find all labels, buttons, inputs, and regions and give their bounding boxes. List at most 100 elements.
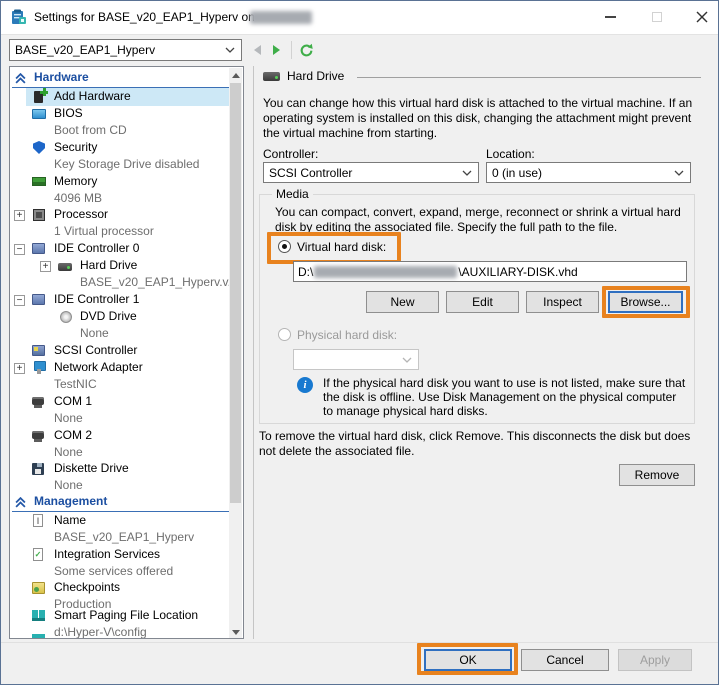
panel-divider: [253, 66, 254, 639]
sidebar-sub-hard-drive: BASE_v20_EAP1_Hyperv.v...: [80, 275, 238, 289]
forward-arrow-icon: [272, 44, 282, 56]
sidebar-item-com-2[interactable]: COM 2: [54, 428, 92, 442]
com-port-icon: [32, 431, 44, 439]
sidebar-sub-memory: 4096 MB: [54, 191, 102, 205]
browse-button[interactable]: Browse...: [608, 291, 683, 313]
scroll-up-button[interactable]: [229, 68, 242, 82]
sidebar-item-integration-services[interactable]: Integration Services: [54, 547, 160, 561]
sidebar-sub-smart-paging: d:\Hyper-V\config: [54, 625, 147, 639]
expand-icon[interactable]: +: [40, 261, 51, 272]
refresh-button[interactable]: [297, 41, 315, 59]
sidebar-sub-com-1: None: [54, 411, 83, 425]
location-label: Location:: [486, 147, 535, 161]
sidebar-item-network-adapter[interactable]: Network Adapter: [54, 360, 143, 374]
dvd-drive-icon: [60, 311, 72, 323]
sidebar-sub-security: Key Storage Drive disabled: [54, 157, 199, 171]
navigate-forward-button[interactable]: [268, 41, 286, 59]
clipped-item-icon: [32, 634, 45, 639]
ok-button[interactable]: OK: [424, 649, 512, 671]
sidebar-scrollbar[interactable]: [229, 68, 242, 639]
hard-drive-section-icon: [263, 72, 280, 81]
controller-label: Controller:: [263, 147, 318, 161]
disk-path-input[interactable]: D:\ \AUXILIARY-DISK.vhd: [293, 261, 687, 282]
sidebar-item-memory[interactable]: Memory: [54, 174, 97, 188]
expand-icon[interactable]: +: [14, 363, 25, 374]
intro-text: You can change how this virtual hard dis…: [263, 96, 697, 141]
section-rule: [357, 77, 701, 78]
com-port-icon: [32, 397, 44, 405]
disk-path-prefix: D:\: [298, 265, 313, 279]
location-value: 0 (in use): [492, 166, 542, 180]
chevron-down-icon: [225, 47, 235, 53]
sidebar-section-management[interactable]: Management: [34, 494, 107, 508]
chevron-down-icon: [462, 170, 472, 176]
sidebar-item-dvd-drive[interactable]: DVD Drive: [80, 309, 137, 323]
name-icon: [33, 514, 43, 527]
cancel-button[interactable]: Cancel: [521, 649, 609, 671]
remove-button[interactable]: Remove: [619, 464, 695, 486]
window-title: Settings for BASE_v20_EAP1_Hyperv on: [34, 10, 255, 24]
virtual-disk-label: Virtual hard disk:: [297, 240, 386, 254]
controller-value: SCSI Controller: [269, 166, 352, 180]
sidebar-sub-com-2: None: [54, 445, 83, 459]
redacted-path-segment: [314, 266, 457, 278]
sidebar-item-com-1[interactable]: COM 1: [54, 394, 92, 408]
sidebar-sub-network-adapter: TestNIC: [54, 377, 97, 391]
chevron-down-icon: [402, 357, 412, 363]
collapse-icon[interactable]: −: [14, 295, 25, 306]
scrollbar-thumb[interactable]: [230, 83, 241, 503]
maximize-icon: [652, 12, 662, 22]
sidebar-item-hard-drive[interactable]: Hard Drive: [80, 258, 137, 272]
sidebar-item-processor[interactable]: Processor: [54, 207, 108, 221]
checkpoints-icon: [32, 582, 45, 594]
section-divider: [12, 511, 231, 512]
inspect-button[interactable]: Inspect: [526, 291, 599, 313]
scroll-up-icon: [232, 73, 240, 78]
sidebar-section-hardware[interactable]: Hardware: [34, 70, 89, 84]
settings-dialog: Settings for BASE_v20_EAP1_Hyperv on BAS…: [0, 0, 719, 685]
scsi-controller-icon: [32, 345, 45, 356]
sidebar-item-smart-paging[interactable]: Smart Paging File Location: [54, 608, 198, 622]
virtual-disk-radio[interactable]: [278, 240, 291, 253]
sidebar-sub-integration-services: Some services offered: [54, 564, 173, 578]
sidebar-item-add-hardware[interactable]: Add Hardware: [54, 89, 131, 103]
remove-text: To remove the virtual hard disk, click R…: [259, 429, 701, 459]
redacted-host-name: [250, 11, 312, 24]
physical-disk-label: Physical hard disk:: [297, 328, 397, 342]
sidebar-item-ide-controller-1[interactable]: IDE Controller 1: [54, 292, 139, 306]
edit-button[interactable]: Edit: [446, 291, 519, 313]
maximize-button: [640, 1, 674, 33]
add-hardware-icon: [34, 91, 43, 103]
sidebar-item-name[interactable]: Name: [54, 513, 86, 527]
chevron-down-icon: [674, 170, 684, 176]
close-button[interactable]: [685, 1, 719, 33]
sidebar-item-scsi-controller[interactable]: SCSI Controller: [54, 343, 137, 357]
vm-selector-value: BASE_v20_EAP1_Hyperv: [15, 43, 155, 57]
integration-services-icon: [33, 548, 43, 561]
memory-icon: [32, 177, 46, 186]
sidebar-item-diskette-drive[interactable]: Diskette Drive: [54, 461, 129, 475]
location-dropdown[interactable]: 0 (in use): [486, 162, 691, 183]
sidebar-sub-processor: 1 Virtual processor: [54, 224, 154, 238]
expand-icon[interactable]: +: [14, 210, 25, 221]
sidebar-item-security[interactable]: Security: [54, 140, 97, 154]
smart-paging-icon: [32, 610, 45, 621]
collapse-icon[interactable]: −: [14, 244, 25, 255]
close-icon: [696, 11, 708, 23]
sidebar-item-ide-controller-0[interactable]: IDE Controller 0: [54, 241, 139, 255]
vm-selector-dropdown[interactable]: BASE_v20_EAP1_Hyperv: [9, 39, 242, 61]
bios-icon: [32, 109, 46, 119]
navigate-back-button: [248, 41, 266, 59]
back-arrow-icon: [252, 44, 262, 56]
sidebar-item-checkpoints[interactable]: Checkpoints: [54, 580, 120, 594]
sidebar-item-bios[interactable]: BIOS: [54, 106, 83, 120]
controller-dropdown[interactable]: SCSI Controller: [263, 162, 479, 183]
collapse-section-icon[interactable]: [15, 73, 26, 84]
network-adapter-icon: [34, 361, 44, 374]
sidebar-sub-dvd-drive: None: [80, 326, 109, 340]
minimize-button[interactable]: [593, 1, 627, 33]
collapse-section-icon[interactable]: [15, 497, 26, 508]
new-button[interactable]: New: [366, 291, 439, 313]
hardware-tree: Hardware Add Hardware BIOS Boot from CD …: [9, 66, 244, 639]
scroll-down-button[interactable]: [229, 625, 242, 639]
